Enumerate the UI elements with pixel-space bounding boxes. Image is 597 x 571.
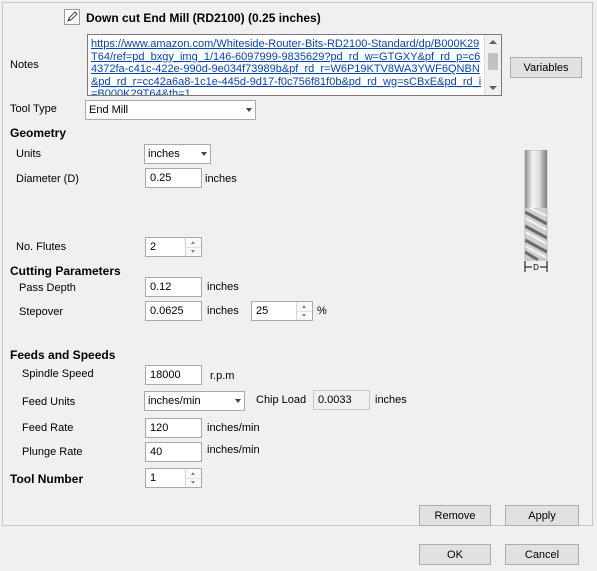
tool-number-heading: Tool Number [10,472,84,486]
chevron-down-icon [201,152,207,156]
stepover-percent-stepper[interactable]: 25 [251,301,313,321]
pass-depth-unit: inches [207,281,239,293]
diameter-label: Diameter (D) [16,173,79,185]
geometry-heading: Geometry [10,126,67,140]
spindle-input[interactable]: 18000 [145,365,202,385]
decrement-icon[interactable] [186,478,201,487]
notes-text: https://www.amazon.com/Whiteside-Router-… [91,38,482,96]
end-mill-diagram: D [516,149,552,275]
variables-button[interactable]: Variables [510,57,582,78]
diameter-dimension-label: D [533,263,539,272]
ok-button[interactable]: OK [419,544,491,565]
plunge-rate-label: Plunge Rate [22,446,83,458]
units-value: inches [148,148,180,160]
cancel-button[interactable]: Cancel [505,544,579,565]
chip-load-label: Chip Load [256,394,307,406]
diameter-input[interactable]: 0.25 [145,168,202,188]
decrement-icon[interactable] [186,247,201,256]
stepover-input[interactable]: 0.0625 [145,301,202,321]
notes-scrollbar[interactable] [484,35,501,95]
scroll-down-icon[interactable] [489,86,497,90]
decrement-icon[interactable] [297,311,312,320]
tool-number-value: 1 [150,472,157,484]
chevron-down-icon [246,108,252,112]
chip-load-unit: inches [375,394,407,406]
feed-rate-label: Feed Rate [22,422,74,434]
chip-load-field: 0.0033 [313,390,370,410]
chevron-down-icon [235,399,241,403]
feed-rate-unit: inches/min [207,422,260,434]
plunge-rate-unit: inches/min [207,444,260,456]
tool-type-value: End Mill [89,104,129,116]
plunge-rate-input[interactable]: 40 [145,442,202,462]
tool-type-select[interactable]: End Mill [85,100,256,120]
feed-units-value: inches/min [148,395,201,407]
pencil-edit-icon[interactable] [64,9,80,25]
scroll-thumb[interactable] [488,53,498,70]
diameter-unit: inches [205,173,237,185]
feeds-heading: Feeds and Speeds [10,348,116,362]
flutes-label: No. Flutes [16,241,67,253]
apply-button[interactable]: Apply [505,505,579,526]
pass-depth-label: Pass Depth [19,282,76,294]
tool-number-stepper[interactable]: 1 [145,468,202,488]
units-select[interactable]: inches [144,144,211,164]
stepover-percent-unit: % [317,305,327,317]
cutting-heading: Cutting Parameters [10,264,121,278]
stepover-unit: inches [207,305,239,317]
notes-label: Notes [10,59,39,71]
flutes-value: 2 [150,241,157,253]
spindle-label: Spindle Speed [22,368,94,380]
remove-button[interactable]: Remove [419,505,491,526]
tool-title: Down cut End Mill (RD2100) (0.25 inches) [86,11,321,25]
feed-units-label: Feed Units [22,396,76,408]
spindle-unit: r.p.m [210,370,235,382]
flutes-stepper[interactable]: 2 [145,237,202,257]
stepover-percent-value: 25 [256,305,269,317]
units-label: Units [16,148,42,160]
notes-textarea[interactable]: https://www.amazon.com/Whiteside-Router-… [87,34,502,96]
pass-depth-input[interactable]: 0.12 [145,277,202,297]
feed-units-select[interactable]: inches/min [144,391,245,411]
feed-rate-input[interactable]: 120 [145,418,202,438]
scroll-up-icon[interactable] [489,40,497,44]
stepover-label: Stepover [19,306,64,318]
tool-type-label: Tool Type [10,103,57,115]
